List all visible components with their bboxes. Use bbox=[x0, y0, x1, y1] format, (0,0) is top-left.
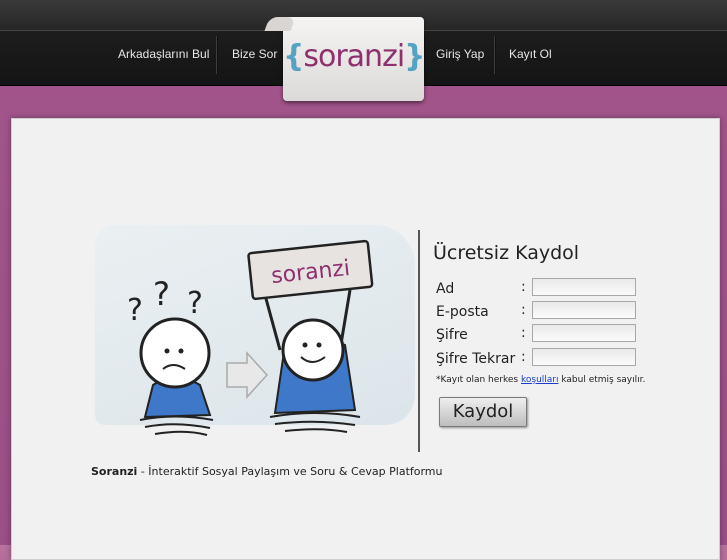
email-label: E-posta bbox=[436, 304, 489, 320]
soranzi-sign: soranzi bbox=[247, 239, 374, 301]
nav-separator bbox=[494, 36, 496, 74]
nav-ask-us[interactable]: Bize Sor bbox=[232, 47, 277, 61]
email-input[interactable] bbox=[532, 301, 636, 319]
arrow-right-icon bbox=[226, 351, 269, 399]
colon: : bbox=[521, 325, 526, 341]
nav-register[interactable]: Kayıt Ol bbox=[509, 47, 552, 61]
password-confirm-label: Şifre Tekrar bbox=[436, 351, 516, 367]
site-logo: {soranzi} bbox=[283, 39, 426, 74]
colon: : bbox=[521, 349, 526, 365]
password-label: Şifre bbox=[436, 327, 468, 343]
colon: : bbox=[521, 302, 526, 318]
register-button[interactable]: Kaydol bbox=[439, 397, 527, 427]
vertical-divider bbox=[418, 230, 420, 452]
form-title: Ücretsiz Kaydol bbox=[433, 242, 580, 264]
terms-link[interactable]: koşulları bbox=[521, 375, 559, 385]
footer-tagline: Soranzi - İnteraktif Sosyal Paylaşım ve … bbox=[91, 465, 443, 478]
password-input[interactable] bbox=[532, 324, 636, 342]
question-mark-icon: ? bbox=[127, 293, 143, 328]
name-label: Ad bbox=[436, 281, 455, 297]
logo-tab[interactable]: {soranzi} bbox=[283, 17, 426, 101]
nav-find-friends[interactable]: Arkadaşlarını Bul bbox=[118, 47, 209, 61]
name-input[interactable] bbox=[532, 278, 636, 296]
password-confirm-input[interactable] bbox=[532, 348, 636, 366]
question-mark-icon: ? bbox=[153, 275, 170, 313]
happy-character-icon bbox=[263, 289, 361, 433]
mascot-illustration: ? ? ? soranzi bbox=[127, 239, 374, 436]
question-mark-icon: ? bbox=[187, 286, 203, 321]
terms-notice: *Kayıt olan herkes koşulları kabul etmiş… bbox=[436, 375, 646, 385]
colon: : bbox=[521, 279, 526, 295]
sad-character-icon bbox=[139, 317, 214, 436]
nav-login[interactable]: Giriş Yap bbox=[436, 47, 484, 61]
nav-separator bbox=[216, 36, 218, 74]
